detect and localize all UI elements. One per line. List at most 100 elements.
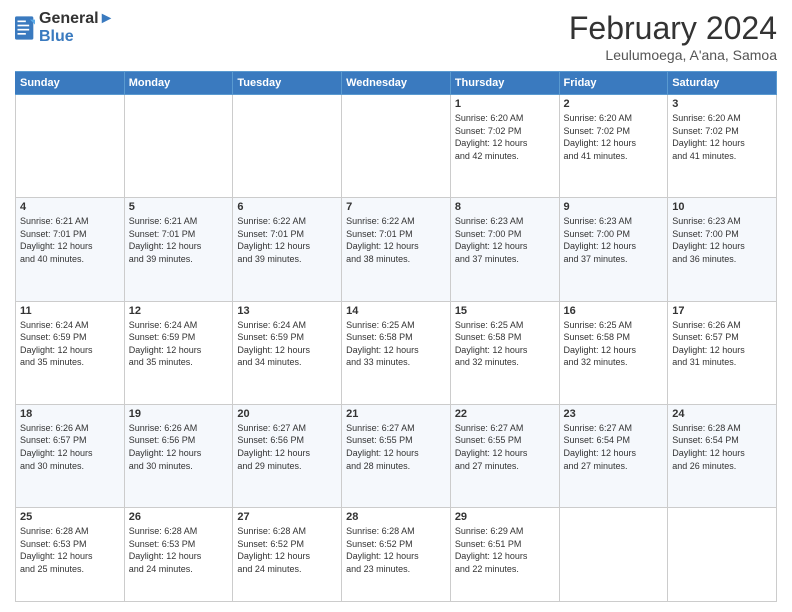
day-number: 25 — [20, 511, 120, 523]
header-thursday: Thursday — [450, 72, 559, 95]
day-number: 6 — [237, 201, 337, 213]
day-number: 22 — [455, 408, 555, 420]
day-number: 5 — [129, 201, 229, 213]
table-row: 7Sunrise: 6:22 AM Sunset: 7:01 PM Daylig… — [342, 198, 451, 301]
day-content: Sunrise: 6:24 AM Sunset: 6:59 PM Dayligh… — [20, 319, 120, 369]
calendar-week-row: 4 Sunrise: 6:21 AM Sunset: 7:01 PM Daylig… — [16, 198, 777, 301]
day-content: Sunrise: 6:20 AM Sunset: 7:02 PM Dayligh… — [455, 112, 555, 162]
day-content: Sunrise: 6:25 AM Sunset: 6:58 PM Dayligh… — [564, 319, 664, 369]
table-row: 22Sunrise: 6:27 AM Sunset: 6:55 PM Dayli… — [450, 404, 559, 507]
table-row: 11 Sunrise: 6:24 AM Sunset: 6:59 PM Dayli… — [16, 301, 125, 404]
day-number: 29 — [455, 511, 555, 523]
table-row: 19 Sunrise: 6:26 AM Sunset: 6:56 PM Dayli… — [124, 404, 233, 507]
day-number: 8 — [455, 201, 555, 213]
day-content: Sunrise: 6:28 AM Sunset: 6:52 PM Dayligh… — [237, 525, 337, 575]
day-number: 21 — [346, 408, 446, 420]
calendar-week-row: 25 Sunrise: 6:28 AM Sunset: 6:53 PM Dayli… — [16, 508, 777, 602]
day-content: Sunrise: 6:29 AM Sunset: 6:51 PM Dayligh… — [455, 525, 555, 575]
header-sunday: Sunday — [16, 72, 125, 95]
day-content: Sunrise: 6:28 AM Sunset: 6:53 PM Dayligh… — [20, 525, 120, 575]
table-row — [342, 95, 451, 198]
table-row — [668, 508, 777, 602]
header: General► Blue February 2024 Leulumoega, … — [15, 10, 777, 63]
table-row: 27 Sunrise: 6:28 AM Sunset: 6:52 PM Dayli… — [233, 508, 342, 602]
day-number: 3 — [672, 98, 772, 110]
calendar-week-row: 11 Sunrise: 6:24 AM Sunset: 6:59 PM Dayli… — [16, 301, 777, 404]
day-number: 13 — [237, 305, 337, 317]
table-row: 16 Sunrise: 6:25 AM Sunset: 6:58 PM Dayli… — [559, 301, 668, 404]
day-content: Sunrise: 6:21 AM Sunset: 7:01 PM Dayligh… — [20, 215, 120, 265]
day-content: Sunrise: 6:24 AM Sunset: 6:59 PM Dayligh… — [237, 319, 337, 369]
day-number: 23 — [564, 408, 664, 420]
header-monday: Monday — [124, 72, 233, 95]
day-content: Sunrise: 6:26 AM Sunset: 6:57 PM Dayligh… — [672, 319, 772, 369]
day-content: Sunrise: 6:27 AM Sunset: 6:55 PM Dayligh… — [346, 422, 446, 472]
logo-icon — [15, 16, 35, 40]
day-number: 14 — [346, 305, 446, 317]
day-content: Sunrise: 6:21 AM Sunset: 7:01 PM Dayligh… — [129, 215, 229, 265]
table-row: 5 Sunrise: 6:21 AM Sunset: 7:01 PM Daylig… — [124, 198, 233, 301]
table-row: 21 Sunrise: 6:27 AM Sunset: 6:55 PM Dayli… — [342, 404, 451, 507]
page: General► Blue February 2024 Leulumoega, … — [0, 0, 792, 612]
table-row: 1 Sunrise: 6:20 AM Sunset: 7:02 PM Daylig… — [450, 95, 559, 198]
table-row: 28Sunrise: 6:28 AM Sunset: 6:52 PM Dayli… — [342, 508, 451, 602]
table-row: 13 Sunrise: 6:24 AM Sunset: 6:59 PM Dayli… — [233, 301, 342, 404]
calendar-table: Sunday Monday Tuesday Wednesday Thursday… — [15, 71, 777, 602]
day-content: Sunrise: 6:28 AM Sunset: 6:54 PM Dayligh… — [672, 422, 772, 472]
day-number: 12 — [129, 305, 229, 317]
day-number: 19 — [129, 408, 229, 420]
table-row: 4 Sunrise: 6:21 AM Sunset: 7:01 PM Daylig… — [16, 198, 125, 301]
day-content: Sunrise: 6:28 AM Sunset: 6:53 PM Dayligh… — [129, 525, 229, 575]
day-content: Sunrise: 6:23 AM Sunset: 7:00 PM Dayligh… — [455, 215, 555, 265]
day-content: Sunrise: 6:27 AM Sunset: 6:54 PM Dayligh… — [564, 422, 664, 472]
day-content: Sunrise: 6:26 AM Sunset: 6:56 PM Dayligh… — [129, 422, 229, 472]
day-content: Sunrise: 6:22 AM Sunset: 7:01 PM Dayligh… — [237, 215, 337, 265]
day-number: 20 — [237, 408, 337, 420]
calendar-week-row: 18 Sunrise: 6:26 AM Sunset: 6:57 PM Dayli… — [16, 404, 777, 507]
day-content: Sunrise: 6:20 AM Sunset: 7:02 PM Dayligh… — [564, 112, 664, 162]
table-row: 6 Sunrise: 6:22 AM Sunset: 7:01 PM Daylig… — [233, 198, 342, 301]
table-row: 2 Sunrise: 6:20 AM Sunset: 7:02 PM Daylig… — [559, 95, 668, 198]
day-content: Sunrise: 6:20 AM Sunset: 7:02 PM Dayligh… — [672, 112, 772, 162]
day-number: 11 — [20, 305, 120, 317]
day-content: Sunrise: 6:23 AM Sunset: 7:00 PM Dayligh… — [672, 215, 772, 265]
table-row: 25 Sunrise: 6:28 AM Sunset: 6:53 PM Dayli… — [16, 508, 125, 602]
header-friday: Friday — [559, 72, 668, 95]
day-content: Sunrise: 6:27 AM Sunset: 6:56 PM Dayligh… — [237, 422, 337, 472]
title-area: February 2024 Leulumoega, A'ana, Samoa — [569, 10, 777, 63]
table-row — [559, 508, 668, 602]
table-row: 9 Sunrise: 6:23 AM Sunset: 7:00 PM Daylig… — [559, 198, 668, 301]
header-tuesday: Tuesday — [233, 72, 342, 95]
day-content: Sunrise: 6:28 AM Sunset: 6:52 PM Dayligh… — [346, 525, 446, 575]
day-content: Sunrise: 6:26 AM Sunset: 6:57 PM Dayligh… — [20, 422, 120, 472]
table-row — [233, 95, 342, 198]
logo-text: General► Blue — [39, 10, 114, 46]
table-row: 14 Sunrise: 6:25 AM Sunset: 6:58 PM Dayli… — [342, 301, 451, 404]
table-row: 18 Sunrise: 6:26 AM Sunset: 6:57 PM Dayli… — [16, 404, 125, 507]
day-number: 4 — [20, 201, 120, 213]
day-number: 9 — [564, 201, 664, 213]
day-number: 2 — [564, 98, 664, 110]
day-content: Sunrise: 6:25 AM Sunset: 6:58 PM Dayligh… — [455, 319, 555, 369]
day-number: 1 — [455, 98, 555, 110]
table-row: 17 Sunrise: 6:26 AM Sunset: 6:57 PM Dayli… — [668, 301, 777, 404]
day-content: Sunrise: 6:24 AM Sunset: 6:59 PM Dayligh… — [129, 319, 229, 369]
calendar-week-row: 1 Sunrise: 6:20 AM Sunset: 7:02 PM Daylig… — [16, 95, 777, 198]
day-number: 27 — [237, 511, 337, 523]
day-number: 24 — [672, 408, 772, 420]
table-row: 8 Sunrise: 6:23 AM Sunset: 7:00 PM Daylig… — [450, 198, 559, 301]
day-number: 18 — [20, 408, 120, 420]
day-content: Sunrise: 6:25 AM Sunset: 6:58 PM Dayligh… — [346, 319, 446, 369]
day-number: 16 — [564, 305, 664, 317]
calendar-header-row: Sunday Monday Tuesday Wednesday Thursday… — [16, 72, 777, 95]
logo: General► Blue — [15, 10, 114, 46]
header-saturday: Saturday — [668, 72, 777, 95]
table-row: 12 Sunrise: 6:24 AM Sunset: 6:59 PM Dayli… — [124, 301, 233, 404]
header-wednesday: Wednesday — [342, 72, 451, 95]
day-number: 17 — [672, 305, 772, 317]
table-row: 15Sunrise: 6:25 AM Sunset: 6:58 PM Dayli… — [450, 301, 559, 404]
day-content: Sunrise: 6:23 AM Sunset: 7:00 PM Dayligh… — [564, 215, 664, 265]
table-row: 10Sunrise: 6:23 AM Sunset: 7:00 PM Dayli… — [668, 198, 777, 301]
table-row: 26Sunrise: 6:28 AM Sunset: 6:53 PM Dayli… — [124, 508, 233, 602]
subtitle: Leulumoega, A'ana, Samoa — [569, 47, 777, 63]
